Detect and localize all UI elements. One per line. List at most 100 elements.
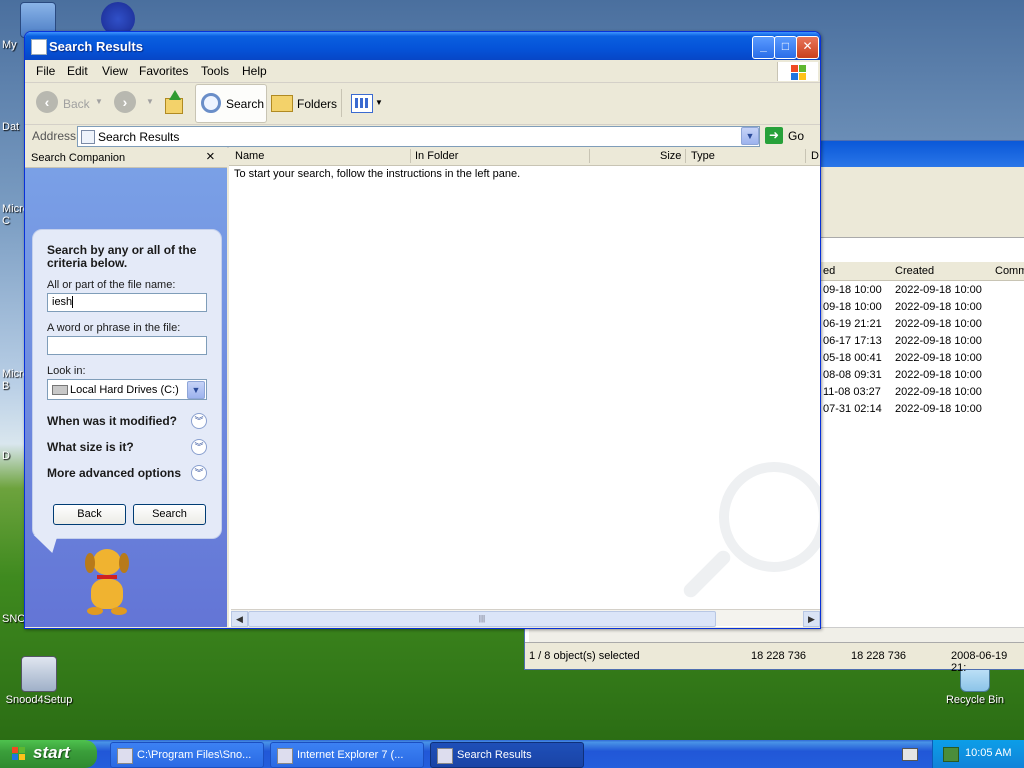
- scroll-right-icon[interactable]: ▶: [803, 611, 820, 627]
- menu-view[interactable]: View: [102, 64, 128, 78]
- folders-icon[interactable]: [271, 95, 293, 112]
- column-header-type[interactable]: Type: [691, 150, 715, 162]
- forward-dropdown-icon[interactable]: ▼: [146, 97, 154, 106]
- taskbar-item-program-files[interactable]: C:\Program Files\Sno...: [110, 742, 264, 768]
- menu-bar: File Edit View Favorites Tools Help: [25, 60, 820, 83]
- close-pane-icon[interactable]: ×: [206, 148, 215, 165]
- taskbar-item-internet-explorer[interactable]: Internet Explorer 7 (...: [270, 742, 424, 768]
- address-dropdown-icon[interactable]: ▼: [741, 127, 759, 145]
- chevron-down-icon[interactable]: ▼: [187, 381, 205, 399]
- column-separator[interactable]: [589, 149, 590, 163]
- search-toolbar-button[interactable]: Search: [195, 84, 267, 123]
- column-separator[interactable]: [805, 149, 806, 163]
- column-header-comment[interactable]: Comm: [995, 265, 1024, 277]
- search-criteria-panel: Search by any or all of the criteria bel…: [32, 229, 222, 539]
- search-companion-title: Search Companion: [31, 152, 126, 164]
- go-button-label[interactable]: Go: [788, 129, 804, 143]
- clock[interactable]: 10:05 AM: [965, 747, 1011, 759]
- views-dropdown-icon[interactable]: ▼: [375, 98, 383, 107]
- search-dog-icon[interactable]: [77, 549, 137, 617]
- menu-favorites[interactable]: Favorites: [139, 64, 188, 78]
- forward-arrow-icon[interactable]: ›: [114, 91, 136, 113]
- column-separator[interactable]: [685, 149, 686, 163]
- results-pane: Name In Folder Size Type D To start your…: [229, 147, 820, 627]
- back-dropdown-icon[interactable]: ▼: [95, 97, 103, 106]
- menu-tools[interactable]: Tools: [201, 64, 229, 78]
- taskbar-item-label: Internet Explorer 7 (...: [297, 749, 404, 761]
- views-icon[interactable]: [351, 94, 373, 113]
- windows-flag-icon: [12, 747, 26, 761]
- filename-input[interactable]: iesh: [47, 293, 207, 312]
- toolbar-separator: [341, 89, 342, 117]
- background-status-bar: 1 / 8 object(s) selected 18 228 736 18 2…: [525, 642, 1024, 674]
- expand-chevron-icon[interactable]: ︾: [191, 413, 207, 429]
- folders-button-label[interactable]: Folders: [297, 97, 337, 111]
- menu-help[interactable]: Help: [242, 64, 267, 78]
- taskbar: start C:\Program Files\Sno... Internet E…: [0, 740, 1024, 768]
- filename-label: All or part of the file name:: [47, 279, 176, 291]
- back-button[interactable]: Back: [53, 504, 126, 525]
- search-page-icon: [81, 130, 95, 144]
- expand-chevron-icon[interactable]: ︾: [191, 465, 207, 481]
- scrollbar-thumb[interactable]: |||: [248, 611, 716, 627]
- column-header-created[interactable]: Created: [895, 265, 934, 277]
- column-separator[interactable]: [410, 149, 411, 163]
- search-window-icon: [31, 39, 47, 55]
- search-window-icon: [437, 748, 453, 764]
- hard-drive-icon: [52, 385, 68, 395]
- results-column-header: Name In Folder Size Type D: [229, 147, 820, 166]
- size-expander[interactable]: What size is it? ︾: [47, 439, 207, 455]
- search-button[interactable]: Search: [133, 504, 206, 525]
- column-header-name[interactable]: Name: [235, 150, 264, 162]
- expand-chevron-icon[interactable]: ︾: [191, 439, 207, 455]
- desktop-icon-label: My: [2, 39, 17, 51]
- taskbar-item-label: C:\Program Files\Sno...: [137, 749, 252, 761]
- status-date: 2008-06-19 21:: [951, 650, 1008, 674]
- expander-label: What size is it?: [47, 440, 134, 454]
- background-horizontal-scrollbar[interactable]: [529, 627, 1024, 642]
- desktop-icon-label: SNO: [2, 613, 26, 625]
- back-button-label[interactable]: Back: [63, 97, 90, 111]
- watermark-magnifier-icon: [719, 462, 820, 572]
- status-size: 18 228 736: [751, 650, 807, 662]
- snood4setup-icon[interactable]: Snood4Setup: [4, 656, 74, 706]
- menu-edit[interactable]: Edit: [67, 64, 88, 78]
- search-results-window[interactable]: Search Results _ □ ✕ File Edit View Favo…: [24, 31, 821, 629]
- lookin-label: Look in:: [47, 365, 86, 377]
- filename-value: iesh: [52, 296, 73, 308]
- menu-file[interactable]: File: [36, 64, 55, 78]
- go-arrow-icon[interactable]: ➜: [765, 127, 783, 144]
- search-button-label: Search: [226, 97, 265, 111]
- network-icon[interactable]: [943, 747, 959, 762]
- lookin-select[interactable]: Local Hard Drives (C:) ▼: [47, 379, 207, 400]
- scroll-left-icon[interactable]: ◀: [231, 611, 248, 627]
- column-header-in-folder[interactable]: In Folder: [415, 150, 458, 162]
- address-bar: Address Search Results ▼ ➜ Go: [25, 125, 820, 148]
- column-header-date[interactable]: D: [811, 150, 819, 162]
- minimize-button[interactable]: _: [752, 36, 775, 59]
- close-button[interactable]: ✕: [796, 36, 819, 59]
- back-arrow-icon[interactable]: ‹: [36, 91, 58, 113]
- maximize-button[interactable]: □: [774, 36, 797, 59]
- taskbar-item-search-results[interactable]: Search Results: [430, 742, 584, 768]
- modified-expander[interactable]: When was it modified? ︾: [47, 413, 207, 429]
- start-button[interactable]: start: [0, 740, 97, 768]
- search-companion-pane: Search Companion × Search by any or all …: [25, 147, 227, 627]
- address-input[interactable]: Search Results: [77, 126, 760, 147]
- horizontal-scrollbar[interactable]: ◀ ||| ▶: [231, 609, 820, 627]
- address-value: Search Results: [98, 130, 180, 144]
- text-caret: [72, 296, 73, 308]
- toolbar: ‹ Back ▼ › ▼ Search Folders ▼: [25, 83, 820, 125]
- start-label: start: [33, 743, 70, 762]
- magnifier-icon: [201, 93, 221, 113]
- expander-label: When was it modified?: [47, 414, 178, 428]
- column-header-modified[interactable]: ed: [823, 265, 835, 277]
- console-icon: [117, 748, 133, 764]
- phrase-input[interactable]: [47, 336, 207, 355]
- address-label: Address: [32, 129, 77, 143]
- up-folder-icon[interactable]: [163, 90, 183, 114]
- advanced-expander[interactable]: More advanced options ︾: [47, 465, 207, 481]
- window-titlebar[interactable]: Search Results _ □ ✕: [25, 32, 820, 60]
- keyboard-icon[interactable]: [902, 748, 918, 761]
- column-header-size[interactable]: Size: [660, 150, 681, 162]
